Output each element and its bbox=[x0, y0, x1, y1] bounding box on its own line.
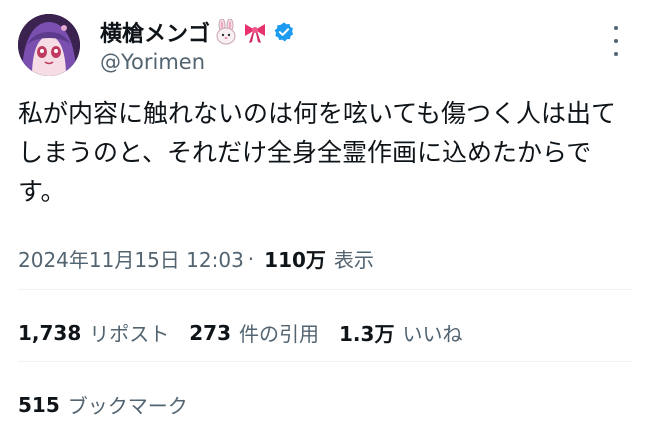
avatar-image bbox=[18, 14, 80, 76]
likes-count: 1.3万 bbox=[339, 322, 395, 346]
verified-badge-icon[interactable] bbox=[273, 21, 295, 43]
divider bbox=[18, 361, 632, 362]
quotes-label: 件の引用 bbox=[239, 322, 320, 346]
reposts-stat[interactable]: 1,738 リポスト bbox=[18, 318, 169, 347]
bookmarks-label: ブックマーク bbox=[67, 394, 188, 418]
bookmarks-stat[interactable]: 515 ブックマーク bbox=[18, 390, 188, 419]
quotes-stat[interactable]: 273 件の引用 bbox=[189, 318, 319, 347]
tweet-text: 私が内容に触れないのは何を呟いても傷つく人は出てしまうのと、それだけ全身全霊作画… bbox=[18, 99, 617, 206]
divider bbox=[18, 289, 632, 290]
ribbon-emoji-icon bbox=[245, 24, 266, 43]
quotes-count: 273 bbox=[189, 320, 232, 345]
tweet-meta: 2024年11月15日 12:03 · 110万 表示 bbox=[18, 244, 374, 273]
reposts-count: 1,738 bbox=[18, 320, 82, 345]
tweet-timestamp[interactable]: 2024年11月15日 12:03 bbox=[18, 244, 244, 273]
bookmarks-count: 515 bbox=[18, 392, 60, 417]
meta-separator: · bbox=[247, 246, 255, 271]
views-count: 110万 bbox=[264, 248, 326, 272]
views-label: 表示 bbox=[333, 248, 374, 272]
author-display-name[interactable]: 横槍メンゴ bbox=[100, 16, 210, 48]
likes-stat[interactable]: 1.3万 いいね bbox=[339, 318, 462, 347]
more-options-icon[interactable] bbox=[604, 26, 628, 56]
likes-label: いいね bbox=[402, 322, 463, 346]
author-name-row: 横槍メンゴ bbox=[100, 16, 295, 48]
reposts-label: リポスト bbox=[89, 322, 170, 346]
rabbit-face-emoji-icon bbox=[216, 19, 236, 45]
author-handle[interactable]: @Yorimen bbox=[100, 50, 205, 74]
avatar[interactable] bbox=[18, 14, 80, 76]
engagement-stats: 1,738 リポスト 273 件の引用 1.3万 いいね bbox=[18, 318, 482, 347]
